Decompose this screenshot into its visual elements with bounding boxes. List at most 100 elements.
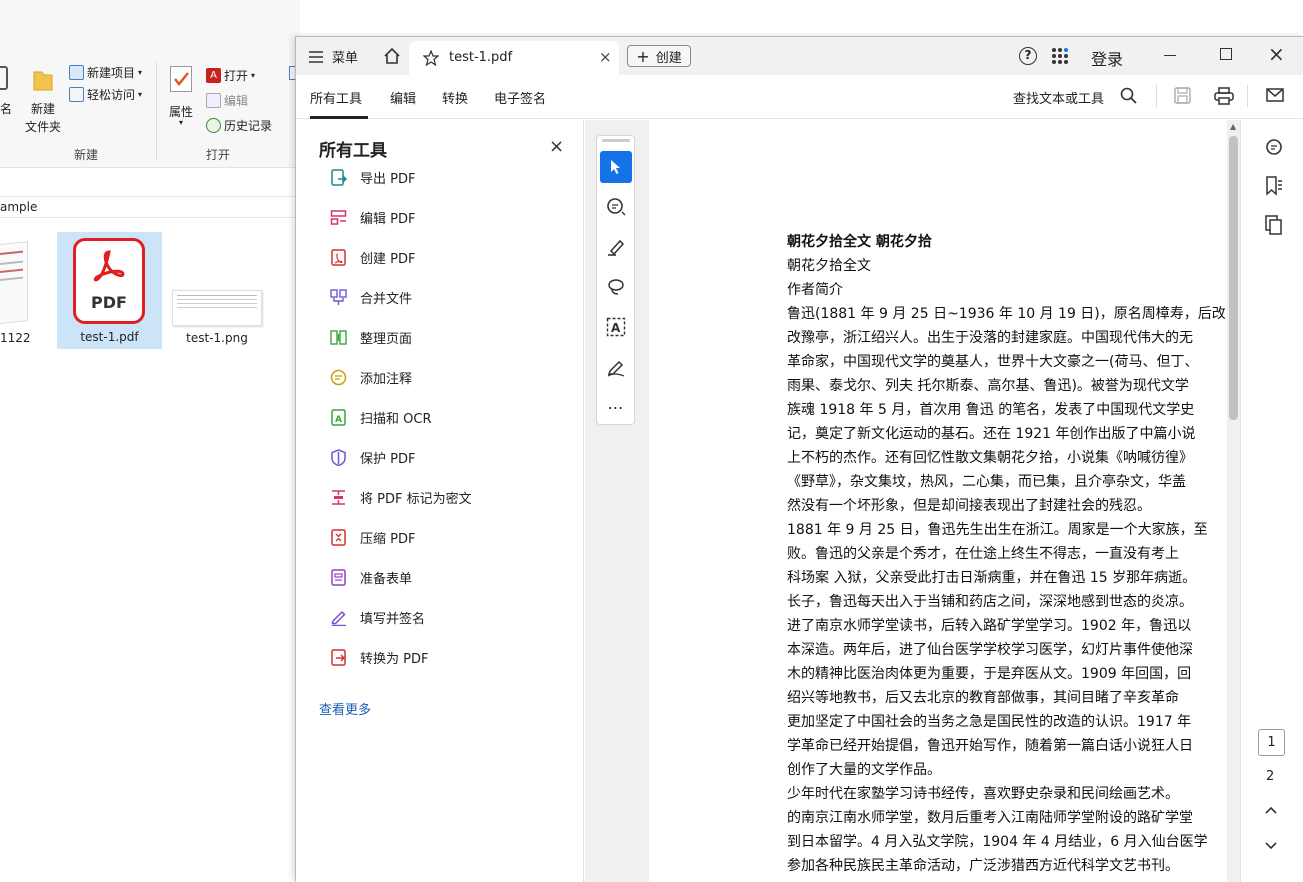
maximize-icon[interactable]	[1220, 48, 1232, 60]
document-text-line: 败。鲁迅的父亲是个秀才，在仕途上终生不得志，一直没有考上	[787, 546, 1179, 562]
create-label: 创建	[655, 50, 682, 66]
easy-access-button[interactable]: 轻松访问 ▾	[69, 86, 142, 103]
scrollbar-thumb[interactable]	[1229, 136, 1238, 420]
tool-item[interactable]: 创建 PDF	[330, 246, 415, 268]
pages-icon[interactable]	[1265, 215, 1283, 235]
next-page-number[interactable]: 2	[1266, 769, 1274, 784]
close-panel-icon[interactable]: ×	[549, 136, 564, 157]
tool-item[interactable]: 导出 PDF	[330, 166, 415, 188]
apps-grid-icon[interactable]	[1051, 47, 1069, 65]
scroll-up-icon[interactable]: ▲	[1230, 122, 1236, 131]
tool-item[interactable]: 转换为 PDF	[330, 646, 428, 668]
comment-panel-icon[interactable]	[1264, 137, 1284, 157]
menu-button[interactable]: 菜单	[308, 47, 358, 66]
document-text-line: 记，奠定了新文化运动的基石。还在 1921 年创作出版了中篇小说	[787, 426, 1196, 442]
tool-item[interactable]: 整理页面	[330, 326, 412, 348]
edit-button[interactable]: 编辑	[206, 92, 248, 109]
comment-tool-button[interactable]	[600, 191, 632, 223]
doc-title: 朝花夕拾全文 朝花夕拾	[787, 234, 932, 250]
redact-icon	[332, 489, 345, 505]
create-button[interactable]: + 创建	[627, 45, 691, 67]
active-tab-indicator	[310, 116, 368, 119]
new-folder-button[interactable]	[32, 66, 54, 92]
tool-item[interactable]: 保护 PDF	[330, 446, 415, 468]
document-text-line: 鲁迅(1881 年 9 月 25 日~1936 年 10 月 19 日)，原名周…	[787, 306, 1226, 322]
address-text: ample	[0, 200, 38, 214]
tool-menubar: 所有工具 编辑 转换 电子签名 查找文本或工具	[296, 75, 1303, 119]
star-icon[interactable]	[423, 50, 439, 66]
tool-item[interactable]: A 扫描和 OCR	[330, 406, 431, 428]
tool-item[interactable]: 将 PDF 标记为密文	[330, 486, 472, 508]
document-tab[interactable]: test-1.pdf ×	[409, 41, 619, 75]
history-icon	[206, 118, 221, 133]
select-tool-button[interactable]	[600, 151, 632, 183]
vertical-scrollbar[interactable]: ▲	[1227, 120, 1240, 882]
close-tab-icon[interactable]: ×	[599, 48, 612, 66]
document-text-line: 绍兴等地教书，后又去北京的教育部做事，其间目睹了辛亥革命	[787, 690, 1179, 706]
document-text-line: 学革命已经开始提倡，鲁迅开始写作，随着第一篇白话小说狂人日	[787, 738, 1193, 754]
group-new-label: 新建	[74, 148, 99, 162]
current-page-box[interactable]: 1	[1258, 729, 1285, 756]
menu-label: 菜单	[332, 51, 359, 66]
tool-item[interactable]: 编辑 PDF	[330, 206, 415, 228]
history-button[interactable]: 历史记录	[206, 117, 272, 134]
tool-label: 整理页面	[360, 331, 413, 347]
text-tool-button[interactable]: A	[600, 311, 632, 343]
tool-item[interactable]: 合并文件	[330, 286, 412, 308]
chevron-up-icon[interactable]	[1264, 805, 1278, 815]
tool-item[interactable]: 添加注释	[330, 366, 412, 388]
login-button[interactable]: 登录	[1091, 46, 1123, 70]
see-more-link[interactable]: 查看更多	[319, 699, 371, 718]
cursor-icon	[611, 160, 620, 174]
minimize-icon[interactable]	[1164, 55, 1176, 56]
save-icon[interactable]	[1174, 87, 1191, 104]
menu-convert[interactable]: 转换	[442, 88, 468, 107]
new-item-button[interactable]: 新建项目 ▾	[69, 64, 142, 81]
document-text-line: 木的精神比医治肉体更为重要，于是弃医从文。1909 年回国，回	[787, 666, 1192, 682]
email-icon[interactable]	[1266, 88, 1284, 102]
home-button[interactable]	[383, 47, 401, 69]
more-tools-icon[interactable]: ⋯	[600, 391, 632, 423]
tool-item[interactable]: 压缩 PDF	[330, 526, 415, 548]
open-button[interactable]: A 打开 ▾	[206, 67, 255, 84]
address-bar[interactable]: ample	[0, 196, 300, 218]
pdf-label: PDF	[91, 293, 127, 312]
tool-label: 导出 PDF	[360, 171, 416, 187]
highlight-tool-button[interactable]	[600, 231, 632, 263]
draw-tool-button[interactable]	[600, 271, 632, 303]
menu-esign[interactable]: 电子签名	[494, 88, 546, 107]
menu-all-tools[interactable]: 所有工具	[310, 88, 362, 107]
file-thumbnail[interactable]	[0, 241, 32, 325]
document-text-line: 科场案 入狱，父亲受此打击日渐病重，并在鲁迅 15 岁那年病逝。	[787, 570, 1197, 586]
tool-label: 准备表单	[360, 571, 413, 587]
file-name: 1122	[0, 331, 31, 345]
new-folder-label-1: 新建	[31, 102, 56, 116]
image-file-thumbnail[interactable]	[172, 290, 262, 326]
print-icon[interactable]	[1214, 87, 1234, 105]
easy-access-icon	[69, 87, 84, 102]
file-name: test-1.png	[186, 331, 248, 345]
search-icon[interactable]	[1120, 87, 1138, 105]
tool-label: 编辑 PDF	[360, 211, 416, 227]
close-window-icon[interactable]: ×	[1268, 42, 1285, 66]
history-label: 历史记录	[224, 119, 273, 133]
tool-item[interactable]: 准备表单	[330, 566, 412, 588]
panel-title: 所有工具	[319, 141, 387, 161]
properties-button[interactable]	[170, 66, 192, 92]
search-tools-label[interactable]: 查找文本或工具	[1013, 88, 1104, 107]
help-icon[interactable]: ?	[1019, 47, 1037, 65]
explorer-ribbon: 名 新建 文件夹 新建项目 ▾ 轻松访问 ▾ 新建 属性 ▾ A 打开 ▾ 编辑…	[0, 0, 300, 168]
document-text-line: 作者简介	[787, 282, 843, 298]
chevron-down-icon[interactable]	[1264, 841, 1278, 851]
ribbon-divider	[156, 62, 157, 160]
edit-icon	[206, 93, 221, 108]
lasso-icon	[608, 279, 624, 295]
menu-edit[interactable]: 编辑	[390, 88, 416, 107]
bookmark-icon[interactable]	[1265, 176, 1283, 196]
drag-handle[interactable]	[602, 139, 630, 142]
tool-item[interactable]: 填写并签名	[330, 606, 425, 628]
sign-tool-button[interactable]	[600, 351, 632, 383]
file-item-selected[interactable]: PDF test-1.pdf	[57, 232, 162, 349]
tool-label: 填写并签名	[360, 611, 426, 627]
document-text-line: 本深造。两年后，进了仙台医学学校学习医学，幻灯片事件使他深	[787, 642, 1193, 658]
